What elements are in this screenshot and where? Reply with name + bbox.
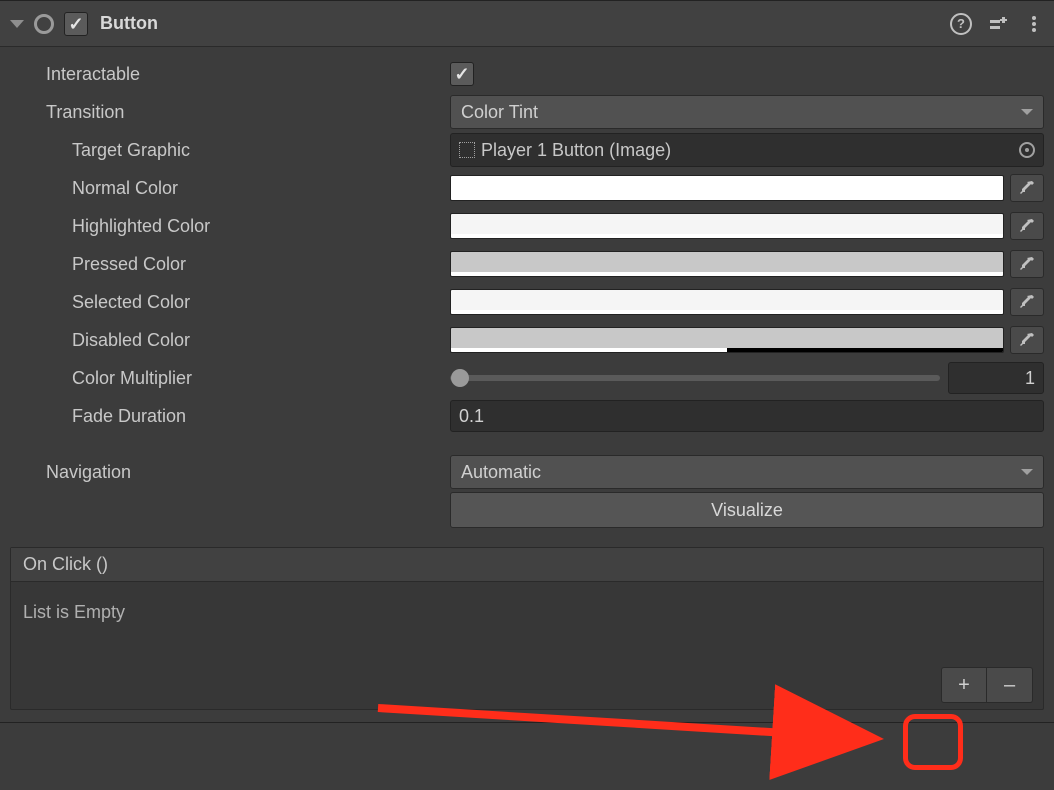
selected-color-label: Selected Color xyxy=(10,292,450,313)
color-multiplier-slider[interactable] xyxy=(450,375,940,381)
chevron-down-icon xyxy=(1021,109,1033,115)
pressed-color-swatch[interactable] xyxy=(450,251,1004,277)
preset-icon[interactable] xyxy=(988,14,1008,34)
normal-color-swatch[interactable] xyxy=(450,175,1004,201)
add-event-button[interactable]: + xyxy=(941,667,987,703)
component-enable-checkbox[interactable] xyxy=(64,12,88,36)
color-multiplier-label: Color Multiplier xyxy=(10,368,450,389)
disabled-color-label: Disabled Color xyxy=(10,330,450,351)
onclick-empty-text: List is Empty xyxy=(11,582,1043,663)
onclick-events: On Click () List is Empty + – xyxy=(10,547,1044,710)
component-icon xyxy=(34,14,54,34)
interactable-label: Interactable xyxy=(10,64,450,85)
selected-color-swatch[interactable] xyxy=(450,289,1004,315)
transition-dropdown[interactable]: Color Tint xyxy=(450,95,1044,129)
navigation-dropdown[interactable]: Automatic xyxy=(450,455,1044,489)
button-component: Button Interactable Transition Color Tin… xyxy=(0,0,1054,723)
eyedropper-icon[interactable] xyxy=(1010,212,1044,240)
visualize-button[interactable]: Visualize xyxy=(450,492,1044,528)
transition-value: Color Tint xyxy=(461,102,538,123)
kebab-menu-icon[interactable] xyxy=(1024,14,1044,34)
object-picker-icon[interactable] xyxy=(1019,142,1035,158)
disabled-color-swatch[interactable] xyxy=(450,327,1004,353)
target-graphic-field[interactable]: Player 1 Button (Image) xyxy=(450,133,1044,167)
target-graphic-label: Target Graphic xyxy=(10,140,450,161)
target-graphic-value: Player 1 Button (Image) xyxy=(481,140,671,161)
transition-label: Transition xyxy=(10,102,450,123)
pressed-color-label: Pressed Color xyxy=(10,254,450,275)
navigation-value: Automatic xyxy=(461,462,541,483)
fade-duration-label: Fade Duration xyxy=(10,406,450,427)
eyedropper-icon[interactable] xyxy=(1010,288,1044,316)
fade-duration-input[interactable]: 0.1 xyxy=(450,400,1044,432)
color-multiplier-input[interactable]: 1 xyxy=(948,362,1044,394)
component-header: Button xyxy=(0,1,1054,47)
component-title: Button xyxy=(100,13,158,34)
highlighted-color-swatch[interactable] xyxy=(450,213,1004,239)
chevron-down-icon xyxy=(1021,469,1033,475)
onclick-header: On Click () xyxy=(11,548,1043,582)
component-body: Interactable Transition Color Tint Targe… xyxy=(0,47,1054,722)
normal-color-label: Normal Color xyxy=(10,178,450,199)
eyedropper-icon[interactable] xyxy=(1010,250,1044,278)
interactable-checkbox[interactable] xyxy=(450,62,474,86)
help-icon[interactable] xyxy=(950,13,972,35)
image-component-icon xyxy=(459,142,475,158)
foldout-toggle[interactable] xyxy=(10,20,24,28)
eyedropper-icon[interactable] xyxy=(1010,174,1044,202)
highlighted-color-label: Highlighted Color xyxy=(10,216,450,237)
eyedropper-icon[interactable] xyxy=(1010,326,1044,354)
navigation-label: Navigation xyxy=(10,462,450,483)
remove-event-button[interactable]: – xyxy=(987,667,1033,703)
